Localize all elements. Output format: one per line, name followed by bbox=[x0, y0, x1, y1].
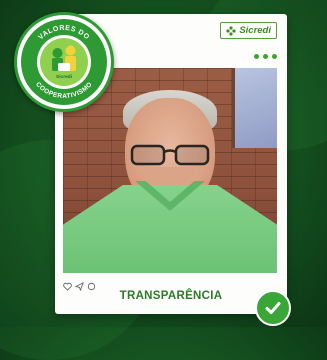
check-circle-icon bbox=[255, 290, 291, 326]
cooperativism-badge: VALORES DO COOPERATIVISMO Sicredi bbox=[14, 12, 114, 112]
glasses-icon bbox=[130, 144, 210, 166]
background-window bbox=[232, 68, 277, 148]
sicredi-brand-tag: Sicredi bbox=[220, 22, 277, 39]
more-dots-icon[interactable] bbox=[254, 54, 277, 59]
checkmark-icon bbox=[265, 302, 281, 314]
badge-inner-brand: Sicredi bbox=[56, 74, 72, 80]
brand-name: Sicredi bbox=[239, 25, 271, 36]
sicredi-logo-icon bbox=[226, 25, 236, 36]
badge-graphic: VALORES DO COOPERATIVISMO Sicredi bbox=[17, 15, 111, 109]
post-caption: TRANSPARÊNCIA bbox=[119, 290, 223, 302]
